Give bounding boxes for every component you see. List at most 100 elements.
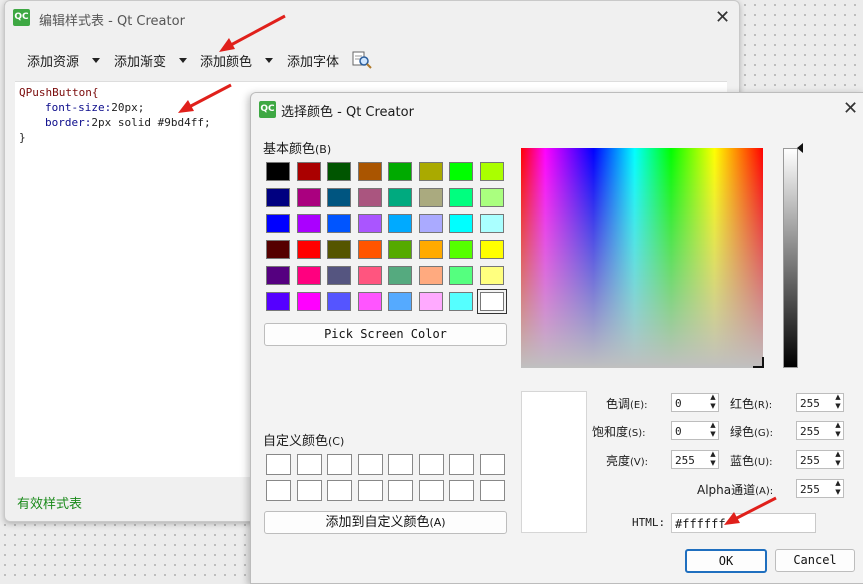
basic-color-swatch[interactable] [418,240,443,259]
basic-color-swatch[interactable] [357,240,382,259]
custom-color-swatch[interactable] [357,454,383,475]
spin-arrows-icon[interactable]: ▲ ▼ [707,421,719,440]
code-property: font-size: [45,101,112,114]
basic-color-swatch[interactable] [418,292,443,311]
code-line: font-size:20px; [45,100,144,115]
custom-color-swatch[interactable] [388,454,413,475]
spin-arrows-icon[interactable]: ▲ ▼ [832,421,844,440]
basic-colors-text: 基本颜色 [263,142,316,157]
luminance-pointer-icon[interactable] [797,143,803,153]
basic-color-swatch[interactable] [449,266,473,285]
basic-color-swatch[interactable] [449,188,473,207]
custom-colors-label: 自定义颜色(C) [263,430,344,449]
basic-color-swatch[interactable] [388,292,412,311]
basic-color-swatch[interactable] [479,266,504,285]
html-label: HTML: [632,516,666,529]
basic-color-swatch[interactable] [296,266,321,285]
code-line: } [19,131,26,144]
custom-color-swatch[interactable] [357,480,383,501]
basic-color-swatch[interactable] [296,188,321,207]
basic-color-swatch[interactable] [418,214,443,233]
basic-color-swatch[interactable] [266,188,290,207]
basic-color-swatch[interactable] [327,162,351,181]
status-valid-stylesheet: 有效样式表 [17,497,83,512]
custom-color-swatch[interactable] [266,454,291,475]
basic-color-swatch[interactable] [388,214,412,233]
basic-color-swatch[interactable] [327,292,351,311]
add-resource-button[interactable]: 添加资源 [27,51,79,70]
add-color-dropdown-icon[interactable] [265,58,273,63]
custom-color-swatch[interactable] [479,480,505,501]
close-icon[interactable]: ✕ [843,98,858,119]
basic-color-swatch[interactable] [296,162,321,181]
basic-color-swatch[interactable] [479,188,504,207]
basic-color-swatch[interactable] [418,188,443,207]
basic-color-swatch[interactable] [388,188,412,207]
basic-color-swatch[interactable] [357,162,382,181]
custom-color-swatch[interactable] [327,480,352,501]
cancel-button[interactable]: Cancel [775,549,855,572]
basic-color-swatch[interactable] [357,292,382,311]
add-font-button[interactable]: 添加字体 [287,51,339,70]
spin-arrows-icon[interactable]: ▲ ▼ [707,393,719,412]
add-gradient-dropdown-icon[interactable] [179,58,187,63]
add-to-custom-colors-button[interactable]: 添加到自定义颜色(A) [264,511,507,534]
custom-color-swatch[interactable] [327,454,352,475]
basic-color-swatch[interactable] [388,266,412,285]
custom-color-swatch[interactable] [449,480,474,501]
custom-color-swatch[interactable] [418,454,444,475]
basic-color-swatch[interactable] [418,266,443,285]
close-icon[interactable]: ✕ [715,7,730,28]
spin-arrows-icon[interactable]: ▲ ▼ [832,450,844,469]
spin-arrows-icon[interactable]: ▲ ▼ [707,450,719,469]
ok-button[interactable]: OK [685,549,767,573]
custom-color-swatch[interactable] [388,480,413,501]
luminance-slider[interactable] [783,148,798,368]
basic-color-swatch[interactable] [418,162,443,181]
add-custom-text: 添加到自定义颜色 [325,515,430,530]
basic-color-swatch[interactable] [266,214,290,233]
custom-color-swatch[interactable] [266,480,291,501]
basic-color-swatch[interactable] [327,188,351,207]
basic-color-swatch[interactable] [388,240,412,259]
red-label: 红色(R): [730,395,772,412]
hue-saturation-spectrum[interactable] [521,148,763,368]
basic-color-swatch[interactable] [449,214,473,233]
basic-color-swatch[interactable] [449,240,473,259]
basic-color-swatch[interactable] [357,188,382,207]
basic-color-swatch[interactable] [327,266,351,285]
add-resource-dropdown-icon[interactable] [92,58,100,63]
custom-color-swatch[interactable] [418,480,444,501]
add-gradient-button[interactable]: 添加渐变 [114,51,166,70]
basic-color-swatch[interactable] [266,292,290,311]
basic-color-swatch[interactable] [266,162,290,181]
annotation-arrow-icon [178,83,232,113]
basic-color-swatch[interactable] [388,162,412,181]
basic-color-swatch[interactable] [266,240,290,259]
custom-color-swatch[interactable] [449,454,474,475]
basic-color-swatch[interactable] [296,292,321,311]
custom-color-swatch[interactable] [296,454,322,475]
basic-color-swatch[interactable] [449,292,473,311]
find-replace-icon[interactable] [352,51,372,69]
basic-color-swatch[interactable] [479,162,504,181]
basic-color-swatch[interactable] [479,214,504,233]
basic-color-swatch[interactable] [327,240,351,259]
basic-color-swatch[interactable] [479,292,504,311]
hue-label-text: 色调 [606,397,631,411]
basic-color-swatch[interactable] [296,240,321,259]
spin-arrows-icon[interactable]: ▲ ▼ [832,393,844,412]
pick-screen-color-button[interactable]: Pick Screen Color [264,323,507,346]
custom-color-swatch[interactable] [296,480,322,501]
basic-color-swatch[interactable] [266,266,290,285]
basic-color-swatch[interactable] [327,214,351,233]
basic-color-swatch[interactable] [357,214,382,233]
basic-color-swatch[interactable] [449,162,473,181]
spin-arrows-icon[interactable]: ▲ ▼ [832,479,844,498]
val-shortcut: (V): [630,457,649,468]
basic-color-swatch[interactable] [357,266,382,285]
blue-shortcut: (U): [754,457,773,468]
basic-color-swatch[interactable] [479,240,504,259]
basic-color-swatch[interactable] [296,214,321,233]
custom-color-swatch[interactable] [479,454,505,475]
